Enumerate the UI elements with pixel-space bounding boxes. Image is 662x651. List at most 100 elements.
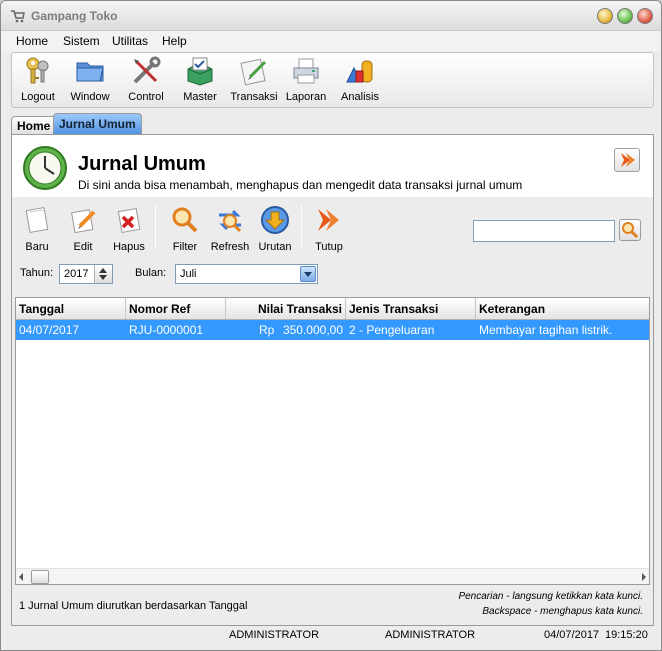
menu-sistem[interactable]: Sistem	[63, 34, 100, 48]
content-area: Baru Edit Hapus Filter Refresh Urutan Tu…	[12, 197, 653, 625]
chevron-down-icon	[304, 272, 312, 277]
urutan-label: Urutan	[258, 241, 292, 253]
minimize-button[interactable]	[597, 8, 613, 24]
tools-icon	[133, 56, 161, 84]
hapus-label: Hapus	[113, 241, 145, 253]
col-keterangan[interactable]: Keterangan	[476, 298, 649, 319]
status-user-1: ADMINISTRATOR	[229, 629, 320, 641]
search-hint: Pencarian - langsung ketikkan kata kunci…	[458, 591, 643, 602]
window-title: Gampang Toko	[31, 9, 118, 23]
hapus-button[interactable]: Hapus	[109, 200, 149, 256]
chart-icon	[346, 60, 373, 83]
window-button[interactable]: Window	[68, 55, 112, 107]
scroll-left-icon[interactable]	[19, 573, 23, 581]
edit-label: Edit	[73, 241, 93, 253]
close-arrow-icon	[621, 153, 635, 167]
status-bar: ADMINISTRATOR ADMINISTRATOR 04/07/2017 1…	[1, 627, 661, 650]
cell-tanggal: 04/07/2017	[19, 323, 80, 337]
magnifier-icon	[172, 207, 198, 233]
scroll-thumb[interactable]	[31, 570, 49, 584]
control-button[interactable]: Control	[124, 55, 168, 107]
col-jenis-transaksi[interactable]: Jenis Transaksi	[346, 298, 476, 319]
page-header: Jurnal Umum Di sini anda bisa menambah, …	[12, 135, 653, 197]
filter-label: Filter	[172, 241, 198, 253]
sort-down-icon	[261, 206, 289, 234]
window-label: Window	[70, 91, 110, 103]
tab-jurnal-umum[interactable]: Jurnal Umum	[53, 113, 142, 136]
laporan-label: Laporan	[285, 91, 327, 103]
col-tanggal[interactable]: Tanggal	[16, 298, 126, 319]
logout-button[interactable]: Logout	[16, 55, 60, 107]
box-icon	[187, 57, 213, 86]
page-title: Jurnal Umum	[78, 153, 206, 175]
printer-icon	[293, 58, 319, 84]
scroll-right-icon[interactable]	[642, 573, 646, 581]
backspace-hint: Backspace - menghapus kata kunci.	[482, 606, 643, 617]
toolbar-separator	[155, 205, 156, 249]
close-panel-button[interactable]	[614, 148, 640, 172]
tutup-button[interactable]: Tutup	[309, 200, 349, 256]
menu-utilitas[interactable]: Utilitas	[112, 34, 148, 48]
tahun-spinner[interactable]: 2017	[59, 264, 113, 284]
tahun-label: Tahun:	[20, 267, 54, 279]
cart-icon	[11, 10, 25, 23]
menu-home[interactable]: Home	[16, 34, 48, 48]
jurnal-umum-panel: Jurnal Umum Di sini anda bisa menambah, …	[11, 134, 654, 626]
tutup-label: Tutup	[315, 241, 343, 253]
tahun-value: 2017	[64, 268, 89, 280]
master-button[interactable]: Master	[178, 55, 222, 107]
app-window: Gampang Toko Home Sistem Utilitas Help L…	[0, 0, 662, 651]
table-row[interactable]: 04/07/2017 RJU-0000001 Rp 350.000,00 2 -…	[16, 320, 649, 340]
spin-up-icon[interactable]	[99, 268, 107, 273]
exit-arrow-icon	[318, 209, 339, 231]
spin-down-icon[interactable]	[99, 275, 107, 280]
bulan-label: Bulan:	[135, 267, 167, 279]
page-subtitle: Di sini anda bisa menambah, menghapus da…	[78, 178, 523, 192]
maximize-button[interactable]	[617, 8, 633, 24]
delete-icon	[117, 208, 141, 233]
baru-label: Baru	[25, 241, 49, 253]
spinner-buttons[interactable]	[94, 265, 112, 283]
status-user-2: ADMINISTRATOR	[385, 629, 476, 641]
record-status: 1 Jurnal Umum diurutkan berdasarkan Tang…	[19, 600, 248, 612]
notepad-icon	[240, 58, 267, 86]
table-header: Tanggal Nomor Ref Nilai Transaksi Jenis …	[16, 298, 649, 320]
filter-button[interactable]: Filter	[165, 200, 205, 256]
urutan-button[interactable]: Urutan	[255, 200, 295, 256]
control-label: Control	[128, 91, 164, 103]
transaksi-button[interactable]: Transaksi	[228, 55, 280, 107]
search-input[interactable]	[473, 220, 615, 242]
edit-icon	[71, 209, 96, 234]
menu-bar: Home Sistem Utilitas Help	[1, 31, 661, 51]
cell-keterangan: Membayar tagihan listrik.	[479, 323, 613, 337]
refresh-button[interactable]: Refresh	[207, 200, 253, 256]
analisis-button[interactable]: Analisis	[336, 55, 384, 107]
refresh-icon	[219, 209, 242, 233]
transaksi-label: Transaksi	[230, 91, 278, 103]
jurnal-table: Tanggal Nomor Ref Nilai Transaksi Jenis …	[15, 297, 650, 585]
search-icon	[622, 222, 639, 239]
baru-button[interactable]: Baru	[17, 200, 57, 256]
dropdown-button[interactable]	[300, 266, 316, 282]
horizontal-scrollbar[interactable]	[16, 568, 649, 584]
bulan-value: Juli	[180, 268, 197, 280]
close-window-button[interactable]	[637, 8, 653, 24]
cell-jenis: 2 - Pengeluaran	[349, 323, 435, 337]
tab-home[interactable]: Home	[11, 116, 57, 136]
folder-icon	[76, 62, 104, 82]
edit-button[interactable]: Edit	[63, 200, 103, 256]
keys-icon	[26, 57, 49, 84]
status-date: 04/07/2017	[544, 629, 600, 641]
menu-help[interactable]: Help	[162, 34, 187, 48]
col-nilai-transaksi[interactable]: Nilai Transaksi	[226, 298, 346, 319]
col-nomor-ref[interactable]: Nomor Ref	[126, 298, 226, 319]
bulan-select[interactable]: Juli	[175, 264, 318, 284]
refresh-label: Refresh	[210, 241, 250, 253]
tab-strip: Home Jurnal Umum	[11, 113, 654, 136]
laporan-button[interactable]: Laporan	[284, 55, 328, 107]
toolbar-separator	[301, 205, 302, 249]
search-button[interactable]	[619, 219, 641, 241]
title-bar[interactable]: Gampang Toko	[1, 1, 661, 31]
clock-icon	[23, 146, 67, 190]
cell-nomor-ref: RJU-0000001	[129, 323, 204, 337]
